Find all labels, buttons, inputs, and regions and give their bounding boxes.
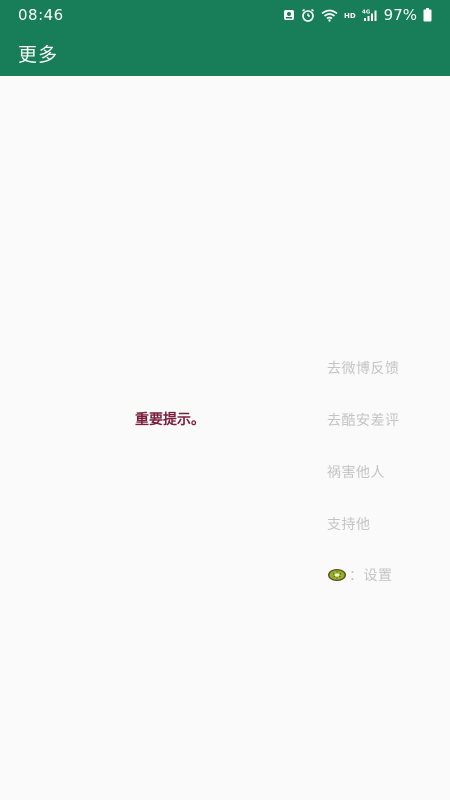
battery-percentage: 97% <box>383 6 417 24</box>
weibo-feedback-label: 去微博反馈 <box>327 361 400 377</box>
coolapk-review-item[interactable]: 去酷安差评 <box>327 410 400 430</box>
harm-others-item[interactable]: 祸害他人 <box>327 462 385 482</box>
settings-label: ：设置 <box>349 568 393 584</box>
important-notice-text: 重要提示。 <box>135 412 205 428</box>
hd-icon: HD <box>344 10 356 20</box>
status-bar: 08:46 HD 4G 97% <box>0 0 450 30</box>
4g-signal-icon: 4G <box>362 8 378 22</box>
wifi-icon <box>321 9 338 22</box>
support-item[interactable]: 支持他 <box>327 514 371 534</box>
app-bar: 更多 <box>0 30 450 76</box>
settings-item[interactable]: ：设置 <box>327 565 393 585</box>
harm-others-label: 祸害他人 <box>327 465 385 481</box>
svg-text:4G: 4G <box>362 10 371 16</box>
kiwi-icon <box>327 568 347 582</box>
page-title: 更多 <box>18 43 59 66</box>
weibo-feedback-item[interactable]: 去微博反馈 <box>327 358 400 378</box>
status-icons: HD 4G 97% <box>283 6 432 24</box>
support-label: 支持他 <box>327 517 371 533</box>
coolapk-review-label: 去酷安差评 <box>327 413 400 429</box>
alarm-icon <box>301 8 315 22</box>
battery-icon <box>423 8 432 22</box>
status-time: 08:46 <box>18 6 64 24</box>
svg-text:HD: HD <box>344 12 356 20</box>
notification-icon <box>283 9 295 21</box>
content-area: 重要提示。 去微博反馈 去酷安差评 祸害他人 支持他 ：设置 <box>0 76 450 800</box>
